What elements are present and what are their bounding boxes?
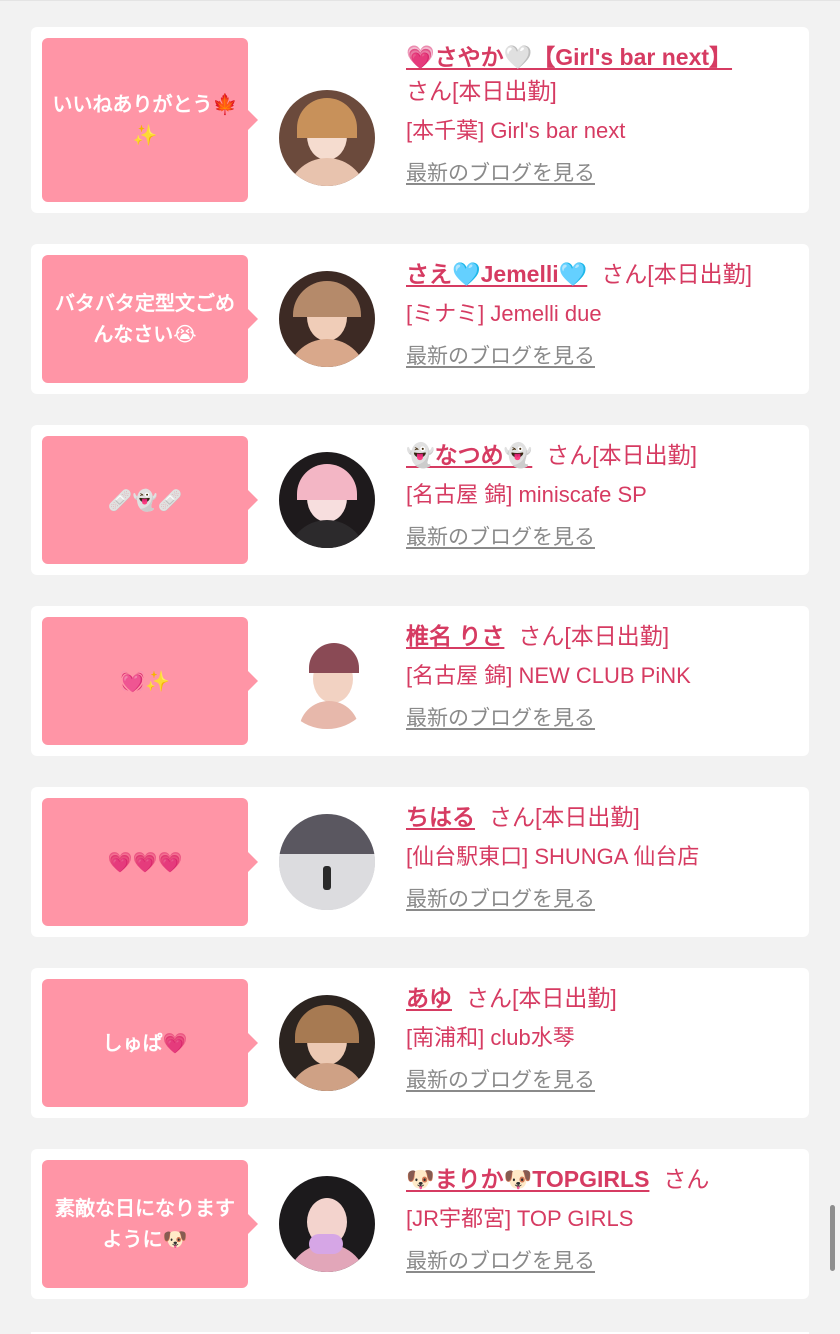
blog-card: しゅぱ💗 あゆ さん[本日出勤] [南浦和] club水琴 最新のブログを見る [31,968,809,1118]
shop-label: [南浦和] club水琴 [406,1025,575,1050]
shop-label: [名古屋 錦] NEW CLUB PiNK [406,663,691,688]
status-label: [本日出勤] [512,985,617,1011]
shop-label: [仙台駅東口] SHUNGA 仙台店 [406,844,700,869]
blog-card: 💓✨ 椎名 りさ さん[本日出勤] [名古屋 錦] NEW CLUB PiNK 最… [31,606,809,756]
message-bubble: 素敵な日になりますように🐶 [42,1160,258,1288]
top-divider [0,0,840,1]
san-label: さん [601,261,648,287]
latest-blog-link[interactable]: 最新のブログを見る [406,160,595,188]
message-text: いいねありがとう🍁✨ [52,92,238,147]
status-label: [本日出勤] [647,261,753,287]
avatar[interactable] [279,1176,375,1272]
latest-blog-link[interactable]: 最新のブログを見る [406,705,595,733]
message-text: 💗💗💗 [107,849,183,874]
girl-name-link[interactable]: 椎名 りさ [406,623,504,649]
girl-info: 🐶まりか🐶TOPGIRLS さん [JR宇都宮] TOP GIRLS 最新のブログ… [406,1160,809,1276]
message-bubble: しゅぱ💗 [42,979,258,1107]
san-label: さん [546,442,593,468]
name-line: 💗さやか🤍【Girl's bar next】 さん[本日出勤] [406,40,809,108]
message-text: バタバタ定型文ごめんなさい😭 [55,291,235,346]
shop-label: [JR宇都宮] TOP GIRLS [406,1206,634,1231]
san-label: さん [406,78,452,104]
message-bubble: 🩹👻🩹 [42,436,258,564]
girl-name-link[interactable]: 👻なつめ👻 [406,442,532,468]
latest-blog-link[interactable]: 最新のブログを見る [406,1248,595,1276]
girl-info: 💗さやか🤍【Girl's bar next】 さん[本日出勤] [本千葉] Gi… [406,38,809,188]
avatar[interactable] [279,995,375,1091]
status-label: [本日出勤] [535,804,640,830]
girl-info: あゆ さん[本日出勤] [南浦和] club水琴 最新のブログを見る [406,979,809,1095]
san-label: さん [663,1166,710,1192]
blog-card: 🩹👻🩹 👻なつめ👻 さん[本日出勤] [名古屋 錦] miniscafe SP 最… [31,425,809,575]
status-label: [本日出勤] [592,442,698,468]
status-label: [本日出勤] [564,623,670,649]
name-line: 👻なつめ👻 さん[本日出勤] [406,438,809,472]
girl-name-link[interactable]: 🐶まりか🐶TOPGIRLS [406,1166,649,1192]
latest-blog-link[interactable]: 最新のブログを見る [406,1067,595,1095]
blog-card: 素敵な日になりますように🐶 🐶まりか🐶TOPGIRLS さん [JR宇都宮] TO… [31,1149,809,1299]
avatar[interactable] [279,90,375,186]
scrollbar-thumb[interactable] [830,1205,835,1271]
name-line: 椎名 りさ さん[本日出勤] [406,619,809,653]
avatar[interactable] [279,633,375,729]
latest-blog-link[interactable]: 最新のブログを見る [406,343,595,371]
girl-info: さえ🩵Jemelli🩵 さん[本日出勤] [ミナミ] Jemelli due 最新… [406,255,809,371]
girl-info: ちはる さん[本日出勤] [仙台駅東口] SHUNGA 仙台店 最新のブログを見る [406,798,809,914]
message-text: しゅぱ💗 [102,1030,188,1055]
avatar[interactable] [279,271,375,367]
girl-name-link[interactable]: さえ🩵Jemelli🩵 [406,261,587,287]
name-line: さえ🩵Jemelli🩵 さん[本日出勤] [406,257,809,291]
san-label: さん [518,623,565,649]
shop-label: [ミナミ] Jemelli due [406,301,602,326]
girl-name-link[interactable]: 💗さやか🤍【Girl's bar next】 [406,44,732,70]
latest-blog-link[interactable]: 最新のブログを見る [406,524,595,552]
girl-name-link[interactable]: あゆ [406,985,452,1011]
blog-card: バタバタ定型文ごめんなさい😭 さえ🩵Jemelli🩵 さん[本日出勤] [ミナミ]… [31,244,809,394]
latest-blog-link[interactable]: 最新のブログを見る [406,886,595,914]
message-text: 💓✨ [120,668,170,693]
san-label: さん [466,985,512,1011]
blog-card: いいねありがとう🍁✨ 💗さやか🤍【Girl's bar next】 さん[本日出… [31,27,809,213]
message-bubble: 💗💗💗 [42,798,258,926]
name-line: あゆ さん[本日出勤] [406,981,809,1015]
shop-label: [本千葉] Girl's bar next [406,118,626,143]
blog-card: 💗💗💗 ちはる さん[本日出勤] [仙台駅東口] SHUNGA 仙台店 最新のブロ… [31,787,809,937]
san-label: さん [489,804,535,830]
avatar[interactable] [279,814,375,910]
girl-info: 👻なつめ👻 さん[本日出勤] [名古屋 錦] miniscafe SP 最新のブロ… [406,436,809,552]
message-bubble: 💓✨ [42,617,258,745]
status-label: [本日出勤] [452,78,557,104]
name-line: 🐶まりか🐶TOPGIRLS さん [406,1162,809,1196]
message-bubble: バタバタ定型文ごめんなさい😭 [42,255,258,383]
blog-card-list: いいねありがとう🍁✨ 💗さやか🤍【Girl's bar next】 さん[本日出… [31,27,809,1330]
message-bubble: いいねありがとう🍁✨ [42,38,258,202]
shop-label: [名古屋 錦] miniscafe SP [406,482,647,507]
girl-info: 椎名 りさ さん[本日出勤] [名古屋 錦] NEW CLUB PiNK 最新のブ… [406,617,809,733]
name-line: ちはる さん[本日出勤] [406,800,809,834]
girl-name-link[interactable]: ちはる [406,804,475,830]
message-text: 🩹👻🩹 [107,487,183,512]
avatar[interactable] [279,452,375,548]
message-text: 素敵な日になりますように🐶 [55,1196,235,1251]
